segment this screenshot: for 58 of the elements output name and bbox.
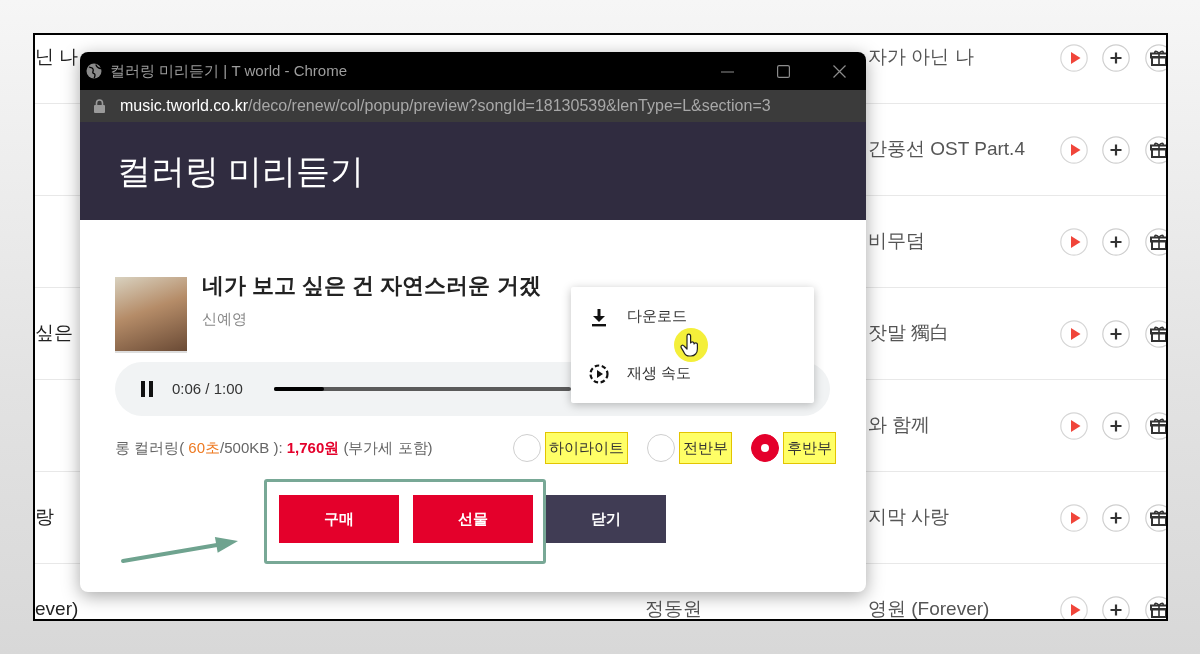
radio-label[interactable]: 전반부 (679, 432, 732, 464)
play-icon[interactable] (1060, 135, 1088, 164)
plus-icon[interactable] (1102, 227, 1130, 256)
plus-icon[interactable] (1102, 411, 1130, 440)
maximize-icon[interactable] (777, 64, 790, 78)
gift-icon[interactable] (1145, 595, 1166, 619)
play-icon[interactable] (1060, 319, 1088, 348)
song-title-text: 지막 사랑 (868, 506, 950, 528)
playback-speed-icon (589, 363, 609, 384)
play-icon[interactable] (1060, 227, 1088, 256)
download-icon (589, 306, 609, 327)
plus-icon[interactable] (1102, 43, 1130, 72)
lock-icon (94, 99, 105, 113)
close-button[interactable]: 닫기 (546, 495, 666, 543)
url-text: music.tworld.co.kr/deco/renew/col/popup/preview?songId=18130539&lenType=L&section=3 (120, 96, 771, 116)
plus-icon[interactable] (1102, 319, 1130, 348)
close-icon[interactable] (833, 64, 846, 78)
progress-track[interactable] (274, 387, 571, 391)
song-title-text: 랑 (35, 506, 54, 528)
gift-icon[interactable] (1145, 227, 1166, 256)
hand-cursor-icon (674, 328, 708, 362)
song-title-text: ever) (35, 598, 79, 619)
song-title-text: 비무덤 (868, 230, 925, 252)
artist-text: 정동원 (645, 598, 702, 619)
buy-button[interactable]: 구매 (279, 495, 399, 543)
plus-icon[interactable] (1102, 503, 1130, 532)
gift-icon[interactable] (1145, 503, 1166, 532)
song-title: 네가 보고 싶은 건 자연스러운 거겠 (202, 273, 541, 299)
globe-icon (86, 63, 102, 79)
gift-icon[interactable] (1145, 411, 1166, 440)
radio-label[interactable]: 하이라이트 (545, 432, 628, 464)
radio-label[interactable]: 후반부 (783, 432, 836, 464)
gift-icon[interactable] (1145, 319, 1166, 348)
gift-button[interactable]: 선물 (413, 495, 533, 543)
artist-name: 신예영 (202, 309, 248, 329)
song-title-text: 자가 아닌 나 (868, 46, 974, 68)
song-title-text: 간풍선 OST Part.4 (868, 138, 1025, 160)
song-title-text: 영원 (Forever) (868, 598, 990, 619)
song-title-text: 닌 나 (35, 46, 79, 68)
playback-time: 0:06 / 1:00 (172, 378, 244, 399)
window-title: 컬러링 미리듣기 | T world - Chrome (110, 60, 347, 81)
plus-icon[interactable] (1102, 595, 1130, 619)
play-icon[interactable] (1060, 43, 1088, 72)
menu-item[interactable]: 다운로드 (571, 288, 814, 345)
popup-header-title: 컬러링 미리듣기 (117, 150, 365, 192)
play-icon[interactable] (1060, 503, 1088, 532)
plus-icon[interactable] (1102, 135, 1130, 164)
song-title-text: 싶은 (35, 322, 73, 344)
song-title-text: 잣말 獨白 (868, 322, 950, 344)
menu-item[interactable]: 재생 속도 (571, 345, 814, 402)
pause-icon[interactable] (141, 381, 153, 397)
play-icon[interactable] (1060, 411, 1088, 440)
price-info-text: 롱 컬러링( 60초/500KB ): 1,760원 (부가세 포함) (115, 437, 433, 458)
gift-icon[interactable] (1145, 43, 1166, 72)
gift-icon[interactable] (1145, 135, 1166, 164)
radio-button[interactable] (751, 434, 779, 462)
play-icon[interactable] (1060, 595, 1088, 619)
song-title-text: 와 함께 (868, 414, 931, 436)
